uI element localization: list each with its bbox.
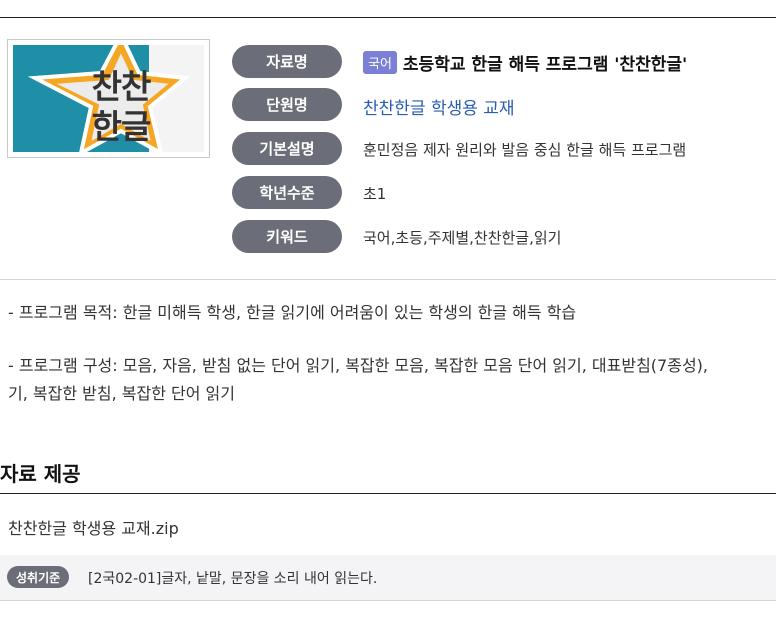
info-divider: [0, 279, 776, 280]
top-divider: [0, 17, 776, 18]
unit-name-link[interactable]: 찬찬한글 학생용 교재: [363, 94, 515, 119]
achievement-standard-badge: 성취기준: [7, 566, 70, 588]
achievement-standard-bar: 성취기준 [2국02-01]글자, 낱말, 문장을 소리 내어 읽는다.: [0, 555, 776, 600]
subject-badge: 국어: [363, 51, 397, 74]
basic-description-value: 훈민정음 제자 원리와 발음 중심 한글 해득 프로그램: [363, 141, 687, 159]
grade-level-value: 초1: [363, 185, 387, 203]
material-title-text: 초등학교 한글 해득 프로그램 '찬찬한글': [402, 55, 688, 75]
label-unit-name: 단원명: [232, 88, 342, 121]
section-divider: [0, 493, 776, 494]
label-basic-description: 기본설명: [232, 132, 342, 165]
material-thumbnail: 찬찬 한글: [7, 39, 210, 158]
label-material-name: 자료명: [232, 45, 342, 78]
label-grade-level: 학년수준: [232, 176, 342, 209]
material-title: 국어 초등학교 한글 해득 프로그램 '찬찬한글': [363, 50, 687, 75]
bottom-divider: [0, 600, 776, 601]
thumbnail-title-line2: 한글: [91, 107, 152, 146]
program-composition-line1: - 프로그램 구성: 모음, 자음, 받침 없는 단어 읽기, 복잡한 모음, …: [8, 356, 708, 375]
label-keywords: 키워드: [232, 220, 342, 253]
keywords-value: 국어,초등,주제별,찬찬한글,읽기: [363, 229, 562, 247]
program-composition-line2: 기, 복잡한 받침, 복잡한 단어 읽기: [8, 384, 235, 403]
thumbnail-art: 찬찬 한글: [13, 45, 204, 152]
section-title-provided-materials: 자료 제공: [0, 462, 81, 486]
achievement-standard-text: [2국02-01]글자, 낱말, 문장을 소리 내어 읽는다.: [88, 571, 378, 587]
download-file-link[interactable]: 찬찬한글 학생용 교재.zip: [8, 515, 179, 539]
program-purpose: - 프로그램 목적: 한글 미해득 학생, 한글 읽기에 어려움이 있는 학생의…: [8, 303, 577, 322]
